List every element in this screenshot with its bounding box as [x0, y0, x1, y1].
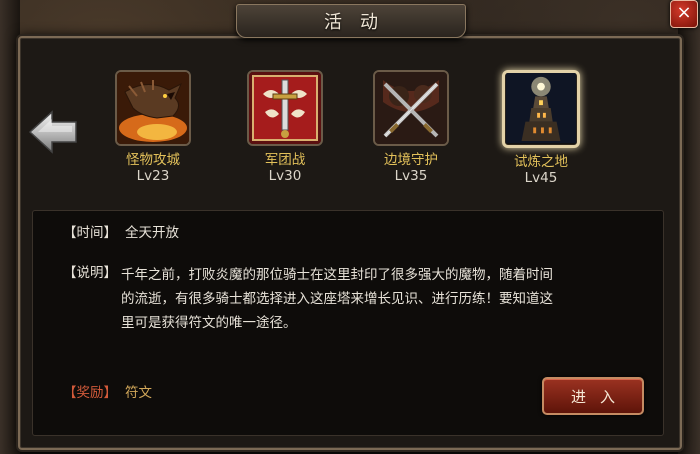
activity-name: 试炼之地 [514, 154, 568, 170]
close-button[interactable]: × [670, 0, 698, 28]
enter-button-label: 进入 [570, 387, 629, 406]
activity-level: Lv45 [524, 170, 558, 186]
time-label: 【时间】 [63, 225, 117, 241]
activity-name: 边境守护 [384, 152, 438, 168]
reward-value: 符文 [125, 385, 152, 401]
background-edge-left [0, 0, 20, 454]
activity-item-legion-war[interactable]: 军团战 Lv30 [240, 70, 330, 184]
activity-item-trial-land[interactable]: 试炼之地 Lv45 [496, 70, 586, 186]
description-line: 千年之前，打败炎魔的那位骑士在这里封印了很多强大的魔物，随着时间 [121, 267, 553, 283]
activity-level: Lv30 [268, 168, 302, 184]
description-line: 里可是获得符文的唯一途径。 [121, 315, 297, 331]
page-title: 活动 [324, 12, 396, 33]
description-line: 的流逝，有很多骑士都选择进入这座塔来增长见识、进行历练！要知道这 [121, 291, 553, 307]
reward-row: 【奖励】 符文 [63, 383, 152, 404]
arrow-left-icon[interactable] [28, 108, 80, 156]
reward-label: 【奖励】 [63, 385, 117, 401]
activity-level: Lv23 [136, 168, 170, 184]
enter-button[interactable]: 进入 [542, 377, 644, 415]
activity-item-monster-siege[interactable]: 怪物攻城 Lv23 [108, 70, 198, 184]
time-row: 【时间】 全天开放 [63, 223, 179, 244]
dragon-icon [115, 70, 191, 146]
sword-shield-icon [247, 70, 323, 146]
description-label-row: 【说明】 [63, 263, 117, 284]
description-text: 千年之前，打败炎魔的那位骑士在这里封印了很多强大的魔物，随着时间 的流逝，有很多… [121, 263, 641, 335]
close-icon: × [676, 2, 692, 23]
title-bar: 活动 [236, 4, 466, 38]
description-label: 【说明】 [63, 265, 117, 281]
activity-name: 怪物攻城 [126, 152, 180, 168]
activity-name: 军团战 [264, 152, 306, 168]
activity-level: Lv35 [394, 168, 428, 184]
activity-item-border-guard[interactable]: 边境守护 Lv35 [366, 70, 456, 184]
tower-icon [502, 70, 580, 148]
crossed-swords-icon [373, 70, 449, 146]
time-value: 全天开放 [125, 225, 179, 241]
